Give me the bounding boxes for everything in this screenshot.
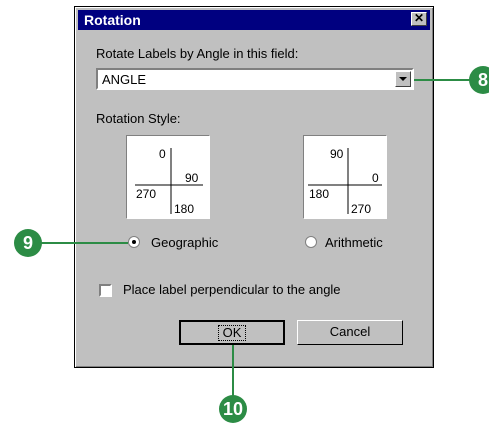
arithmetic-label: Arithmetic (325, 235, 383, 250)
close-icon[interactable]: ✕ (411, 12, 427, 26)
geo-right-value: 90 (185, 171, 199, 185)
geographic-radio[interactable] (128, 236, 140, 248)
callout-9-line (28, 242, 128, 244)
geo-top-value: 0 (159, 147, 166, 161)
dialog-title: Rotation (84, 12, 141, 28)
callout-10: 10 (219, 395, 247, 423)
callout-8-line (414, 79, 474, 81)
ok-button-label: OK (217, 325, 247, 341)
callout-10-line (232, 345, 234, 398)
cancel-button[interactable]: Cancel (297, 320, 403, 345)
ok-button[interactable]: OK (179, 320, 285, 345)
callout-9: 9 (14, 229, 42, 257)
perpendicular-checkbox[interactable] (99, 284, 112, 297)
arith-right-value: 0 (372, 171, 379, 185)
arith-top-value: 90 (330, 147, 344, 161)
arith-left-value: 180 (309, 187, 330, 201)
callout-8: 8 (469, 66, 489, 94)
arith-bottom-value: 270 (351, 202, 372, 216)
title-bar: Rotation ✕ (78, 10, 430, 30)
arithmetic-radio[interactable] (305, 236, 317, 248)
angle-field-value: ANGLE (102, 72, 147, 87)
chevron-down-icon[interactable] (395, 71, 411, 87)
geo-bottom-value: 180 (174, 202, 195, 216)
rotation-style-label: Rotation Style: (96, 111, 181, 126)
geo-left-value: 270 (136, 187, 157, 201)
geographic-axes (135, 148, 203, 214)
field-label: Rotate Labels by Angle in this field: (96, 46, 299, 61)
geographic-label: Geographic (151, 235, 219, 250)
geographic-diagram: 0 90 270 180 (126, 135, 210, 219)
angle-field-dropdown[interactable]: ANGLE (96, 68, 414, 90)
arithmetic-diagram: 90 0 180 270 (303, 135, 387, 219)
perpendicular-label: Place label perpendicular to the angle (123, 282, 341, 297)
